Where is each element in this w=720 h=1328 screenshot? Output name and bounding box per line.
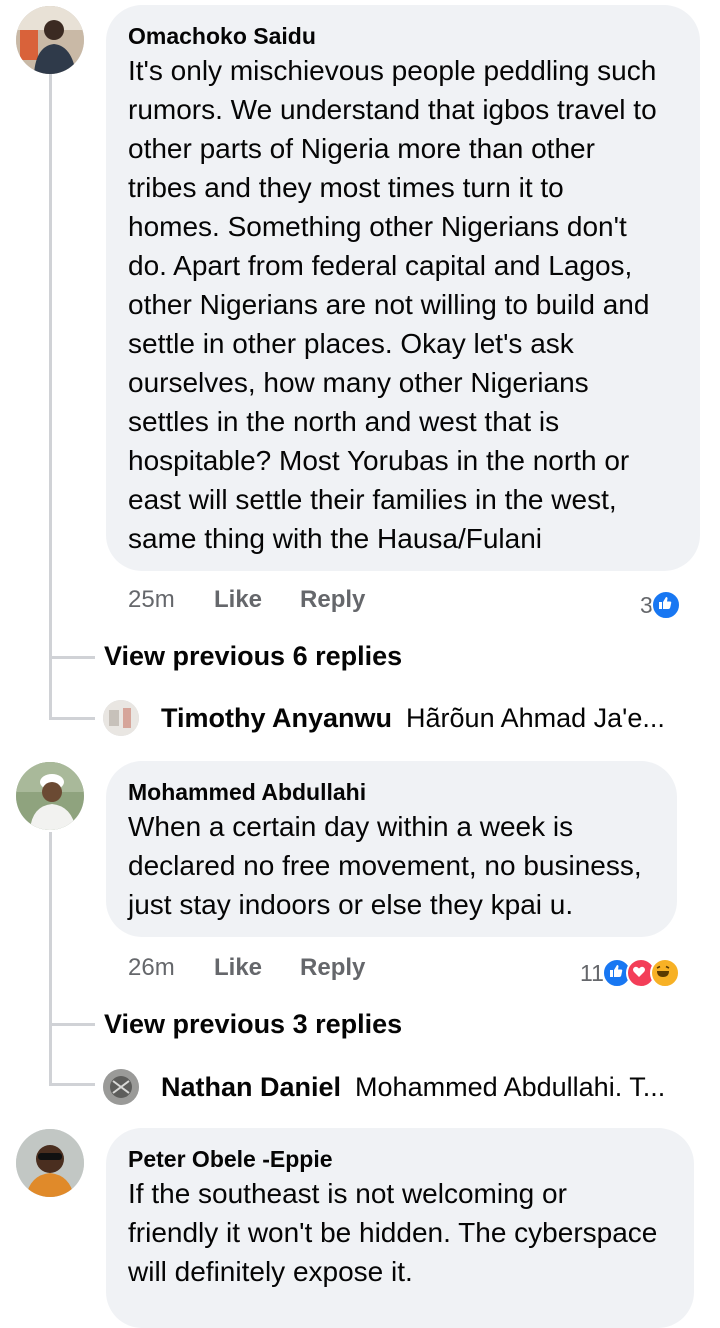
thread-line-2-branch-a <box>49 1023 95 1026</box>
comment-author[interactable]: Peter Obele -Eppie <box>128 1144 672 1174</box>
reply-button[interactable]: Reply <box>300 586 365 614</box>
reply-preview: Mohammed Abdullahi. T... <box>355 1071 666 1102</box>
reaction-summary[interactable]: 3 <box>640 590 681 620</box>
profile-photo-icon <box>16 6 84 74</box>
profile-photo-icon <box>16 762 84 830</box>
comment-text: When a certain day within a week is decl… <box>128 811 642 920</box>
thread-line-1-branch-b <box>49 717 95 720</box>
thread-line-2-branch-b <box>49 1083 95 1086</box>
comment-author[interactable]: Mohammed Abdullahi <box>128 777 655 807</box>
avatar <box>103 700 139 736</box>
comment-bubble: Omachoko Saidu It's only mischievous peo… <box>106 5 700 571</box>
latest-reply-row[interactable]: Timothy Anyanwu Hãrõun Ahmad Ja'e... <box>103 700 665 736</box>
reaction-count: 11 <box>580 959 604 986</box>
like-button[interactable]: Like <box>214 586 262 614</box>
latest-reply-row[interactable]: Nathan Daniel Mohammed Abdullahi. T... <box>103 1069 665 1105</box>
view-previous-replies-link[interactable]: View previous 6 replies <box>104 641 402 672</box>
like-button[interactable]: Like <box>214 954 262 982</box>
comment-time[interactable]: 26m <box>128 954 214 982</box>
comment-actions: 26m Like Reply <box>128 954 403 982</box>
comment-bubble: Mohammed Abdullahi When a certain day wi… <box>106 761 677 937</box>
comment-time[interactable]: 25m <box>128 586 214 614</box>
avatar <box>103 1069 139 1105</box>
comment-text: It's only mischievous people peddling su… <box>128 55 657 554</box>
reaction-summary[interactable]: 11 <box>580 958 680 988</box>
reply-author[interactable]: Timothy Anyanwu <box>161 703 392 734</box>
avatar[interactable] <box>16 1129 84 1197</box>
thread-line-1-branch-a <box>49 656 95 659</box>
profile-photo-icon <box>103 1069 139 1105</box>
reply-button[interactable]: Reply <box>300 954 365 982</box>
comment-author[interactable]: Omachoko Saidu <box>128 21 678 51</box>
avatar[interactable] <box>16 6 84 74</box>
view-previous-replies-link[interactable]: View previous 3 replies <box>104 1009 402 1040</box>
profile-photo-icon <box>16 1129 84 1197</box>
avatar[interactable] <box>16 762 84 830</box>
thread-line-2-vertical <box>49 832 52 1086</box>
comment-text: If the southeast is not welcoming or fri… <box>128 1178 658 1287</box>
profile-photo-icon <box>103 700 139 736</box>
reply-preview: Hãrõun Ahmad Ja'e... <box>406 702 665 733</box>
like-icon <box>650 590 681 620</box>
haha-icon <box>649 958 680 988</box>
comment-bubble: Peter Obele -Eppie If the southeast is n… <box>106 1128 694 1328</box>
reply-author[interactable]: Nathan Daniel <box>161 1072 341 1103</box>
comment-actions: 25m Like Reply <box>128 586 403 614</box>
thread-line-1-vertical <box>49 74 52 720</box>
